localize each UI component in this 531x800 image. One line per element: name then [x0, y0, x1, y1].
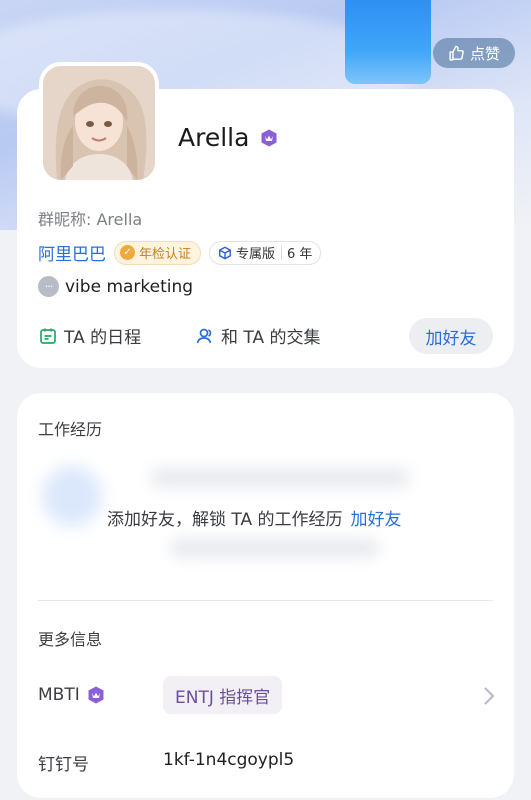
avatar-portrait-icon — [43, 66, 155, 180]
vip-crown-icon[interactable] — [259, 128, 279, 148]
profile-name: Arella — [178, 123, 250, 152]
organization-link[interactable]: 阿里巴巴 — [38, 240, 106, 265]
dingtalk-id-label: 钉钉号 — [38, 755, 89, 775]
vip-crown-icon — [88, 686, 104, 704]
section-divider — [38, 600, 493, 601]
schedule-action[interactable]: TA 的日程 — [38, 323, 141, 348]
profile-name-row: Arella — [178, 123, 279, 152]
verified-check-icon: ✓ — [120, 245, 135, 260]
details-card — [17, 393, 514, 798]
annual-badge-label: 年检认证 — [139, 247, 192, 262]
chevron-right-icon[interactable] — [483, 686, 495, 706]
cube-icon — [219, 246, 231, 259]
common-connections-action[interactable]: 和 TA 的交集 — [195, 323, 321, 348]
group-nickname: 群昵称: Arella — [38, 210, 143, 229]
calendar-icon — [40, 328, 56, 344]
work-history-title: 工作经历 — [38, 420, 103, 439]
unlock-message: 添加好友，解锁 TA 的工作经历 — [107, 510, 343, 530]
dingtalk-id-value: 1kf-1n4cgoypl5 — [163, 750, 295, 770]
like-label: 点赞 — [469, 44, 500, 63]
organization-row: 阿里巴巴 ✓ 年检认证 专属版 6 年 — [38, 240, 322, 265]
mbti-label-row: MBTI — [38, 685, 106, 705]
like-button[interactable]: 点赞 — [433, 38, 515, 68]
chat-bubble-icon: ··· — [38, 276, 59, 297]
edition-label: 专属版 — [236, 247, 276, 262]
mbti-value-chip[interactable]: ENTJ 指挥官 — [163, 676, 283, 714]
unlock-work-history: 添加好友，解锁 TA 的工作经历 加好友 — [107, 505, 402, 530]
avatar[interactable] — [39, 62, 159, 184]
mbti-label: MBTI — [38, 685, 80, 705]
annual-verification-badge[interactable]: ✓ 年检认证 — [114, 240, 202, 265]
common-connections-label: 和 TA 的交集 — [221, 328, 321, 348]
thumbs-up-icon — [449, 45, 464, 61]
status-text: vibe marketing — [65, 276, 194, 297]
more-info-title: 更多信息 — [38, 630, 103, 649]
header-blue-block-decoration — [345, 0, 431, 84]
profile-actions: TA 的日程 和 TA 的交集 加好友 — [38, 318, 493, 354]
add-friend-button[interactable]: 加好友 — [409, 318, 493, 354]
edition-years: 6 年 — [287, 247, 313, 262]
blurred-line — [150, 468, 410, 488]
schedule-label: TA 的日程 — [64, 328, 142, 348]
people-icon — [196, 328, 212, 343]
exclusive-edition-badge[interactable]: 专属版 6 年 — [209, 240, 322, 265]
unlock-add-friend-link[interactable]: 加好友 — [351, 505, 402, 530]
blurred-company-logo — [42, 466, 102, 526]
blurred-line — [170, 538, 380, 558]
status-row: ··· vibe marketing — [38, 276, 193, 297]
